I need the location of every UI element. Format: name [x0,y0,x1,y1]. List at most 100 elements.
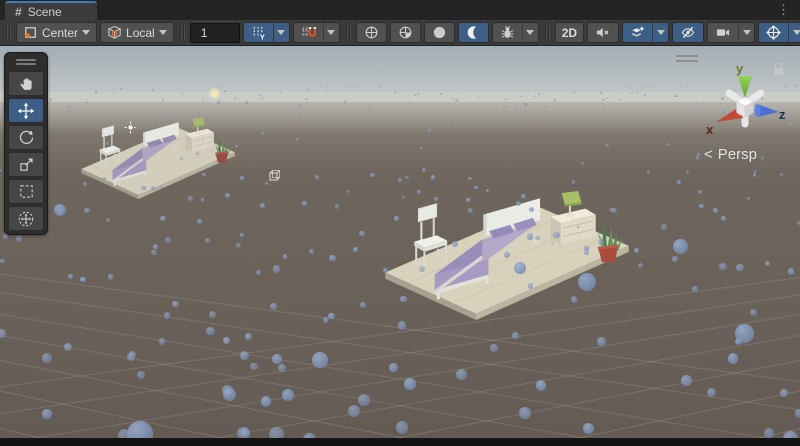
orientation-mode-button[interactable]: Local [100,22,174,43]
sphere-gizmo[interactable] [692,286,698,292]
sphere-gizmo[interactable] [224,90,226,92]
sphere-gizmo[interactable] [223,388,236,401]
sphere-gizmo[interactable] [335,204,339,208]
sphere-gizmo[interactable] [205,238,210,243]
sphere-gizmo[interactable] [315,175,320,180]
sphere-gizmo[interactable] [370,173,374,177]
sphere-gizmo[interactable] [344,100,347,103]
sphere-gizmo[interactable] [305,98,307,100]
sphere-gizmo[interactable] [419,266,425,272]
rotation-lock-icon[interactable] [774,68,783,75]
sphere-gizmo[interactable] [398,178,402,182]
sphere-gizmo[interactable] [735,324,754,343]
sphere-gizmo[interactable] [533,107,535,109]
sphere-gizmo[interactable] [583,423,594,434]
projection-toggle[interactable]: < Persp [704,146,757,163]
hidden-objects-button[interactable] [672,22,704,43]
sphere-gizmo[interactable] [197,219,202,224]
sphere-gizmo[interactable] [634,248,639,253]
sphere-gizmo[interactable] [521,194,526,199]
sphere-gizmo[interactable] [95,91,97,93]
sphere-gizmo[interactable] [795,409,800,418]
sphere-gizmo[interactable] [153,244,158,249]
sphere-gizmo[interactable] [272,354,281,363]
sphere-gizmo[interactable] [707,388,716,397]
sphere-gizmo[interactable] [223,337,230,344]
sphere-gizmo[interactable] [201,198,205,202]
sphere-gizmo[interactable] [273,265,280,272]
sphere-gizmo[interactable] [673,239,688,254]
axis-cone-y[interactable] [738,76,752,98]
sphere-gizmo[interactable] [753,173,757,177]
sphere-gizmo[interactable] [220,110,222,112]
sphere-gizmo[interactable] [447,125,450,128]
sphere-gizmo[interactable] [152,89,154,91]
sphere-gizmo[interactable] [106,218,110,222]
sphere-gizmo[interactable] [580,108,582,110]
sphere-gizmo[interactable] [597,337,606,346]
sphere-gizmo[interactable] [536,380,546,390]
snap-dropdown[interactable] [323,22,340,43]
sphere-gizmo[interactable] [0,259,4,263]
sphere-gizmo[interactable] [42,353,52,363]
sphere-gizmo[interactable] [348,405,360,417]
debug-dropdown[interactable] [522,22,539,43]
tool-rotate[interactable] [8,125,44,150]
sphere-gizmo[interactable] [261,132,264,135]
sphere-gizmo[interactable] [54,204,66,216]
sphere-gizmo[interactable] [606,144,609,147]
sphere-gizmo[interactable] [302,201,307,206]
sphere-gizmo[interactable] [477,96,479,98]
sphere-gizmo[interactable] [328,313,335,320]
sphere-gizmo[interactable] [553,232,559,238]
sphere-gizmo[interactable] [675,95,677,97]
tools-overlay-handle[interactable] [8,56,44,69]
sphere-gizmo[interactable] [16,236,22,242]
sphere-gizmo[interactable] [504,252,510,258]
sphere-gizmo[interactable] [329,255,335,261]
axis-label-z[interactable]: z [779,107,786,122]
audio-toggle-button[interactable] [587,22,619,43]
sphere-gizmo[interactable] [405,176,409,180]
shading-shaded-button[interactable] [424,22,455,43]
sphere-gizmo[interactable] [516,201,521,206]
sphere-gizmo[interactable] [353,247,358,252]
sphere-gizmo[interactable] [571,296,577,302]
sphere-gizmo[interactable] [677,180,681,184]
sphere-gizmo[interactable] [359,231,365,237]
sphere-gizmo[interactable] [414,94,416,96]
tool-move[interactable] [8,98,44,123]
orientation-overlay-handle[interactable] [676,55,698,62]
sphere-gizmo[interactable] [280,91,282,93]
sphere-gizmo[interactable] [761,157,764,160]
grid-size-input[interactable] [190,23,240,43]
sphere-gizmo[interactable] [558,103,561,106]
sphere-gizmo[interactable] [417,190,421,194]
sphere-gizmo[interactable] [606,97,608,99]
sphere-gizmo[interactable] [162,99,164,101]
sphere-gizmo[interactable] [196,152,199,155]
sphere-gizmo[interactable] [610,208,614,212]
sphere-gizmo[interactable] [396,421,408,433]
axis-label-x[interactable]: x [706,122,713,137]
sphere-gizmo[interactable] [346,105,348,107]
sphere-gizmo[interactable] [245,333,252,340]
probe-cube-gizmo-icon[interactable] [268,169,281,182]
sphere-gizmo[interactable] [581,162,584,165]
sphere-gizmo[interactable] [578,273,596,291]
sphere-gizmo[interactable] [514,262,526,274]
shading-wireframe-button[interactable] [356,22,387,43]
sphere-gizmo[interactable] [519,407,531,419]
sphere-gizmo[interactable] [141,186,146,191]
sphere-gizmo[interactable] [108,274,113,279]
sphere-gizmo[interactable] [688,110,691,113]
snap-button[interactable] [293,22,323,43]
sphere-gizmo[interactable] [672,256,678,262]
sphere-gizmo[interactable] [68,109,71,112]
sphere-gizmo[interactable] [250,363,258,371]
sphere-gizmo[interactable] [389,363,398,372]
toolbar-drag-handle[interactable] [6,25,10,40]
sphere-gizmo[interactable] [534,95,536,97]
sphere-gizmo[interactable] [164,111,167,114]
sphere-gizmo[interactable] [120,88,122,90]
